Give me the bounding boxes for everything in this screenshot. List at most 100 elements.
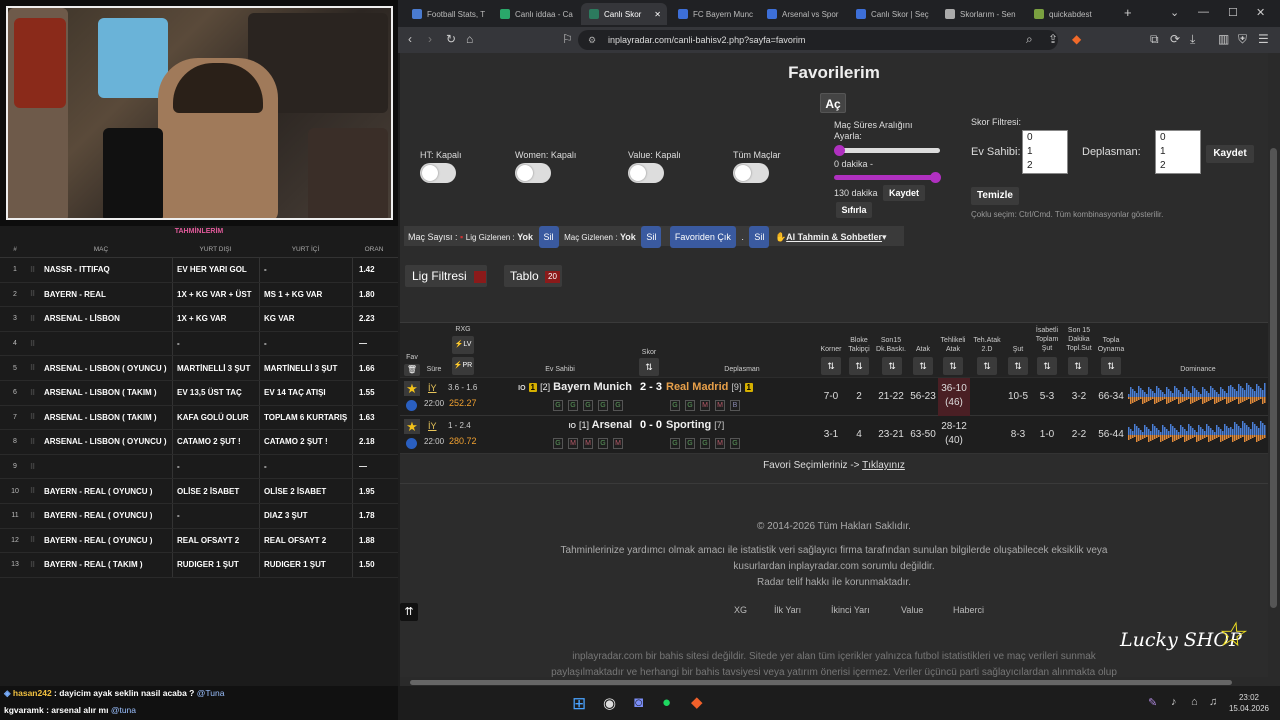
menu-icon[interactable]: ☰ xyxy=(1258,32,1269,46)
match-row[interactable]: ★ İY 22:00 3.6 - 1.6 252.27 IO 1 [2] Bayern Mu… xyxy=(400,378,1268,416)
tab-search-icon[interactable]: ⌄ xyxy=(1170,6,1179,19)
lig-filtresi-button[interactable]: Lig Filtresi xyxy=(405,265,487,287)
sort-son15sut-icon[interactable]: ⇅ xyxy=(1068,357,1088,375)
obs-icon[interactable]: ◉ xyxy=(603,694,616,712)
home-score-select[interactable]: 0 1 2 xyxy=(1022,130,1068,174)
sort-bloke-icon[interactable]: ⇅ xyxy=(849,357,869,375)
toggle-value[interactable] xyxy=(628,163,664,183)
sort-tehlikeli-icon[interactable]: ⇅ xyxy=(943,357,963,375)
bookmark-icon[interactable]: ⚐ xyxy=(562,32,573,46)
period[interactable]: İY xyxy=(428,383,437,393)
sil-button[interactable]: Sil xyxy=(749,226,770,248)
away-team[interactable]: Real Madrid [9] 1 xyxy=(666,381,753,393)
discord-icon[interactable]: ◙ xyxy=(634,694,643,711)
match-row[interactable]: ★ İY 22:00 1 - 2.4 280.72 IO [1] Arsenal G M M G M 0… xyxy=(400,416,1268,454)
new-tab-icon[interactable]: + xyxy=(1124,5,1132,20)
range-reset-button[interactable]: Sıfırla xyxy=(836,202,872,218)
sort-teh2d-icon[interactable]: ⇅ xyxy=(977,357,997,375)
pen-icon[interactable]: ✎ xyxy=(1148,696,1157,709)
score-save-button[interactable]: Kaydet xyxy=(1206,145,1254,163)
browser-tab[interactable]: Canlı Skor | Seç xyxy=(848,3,934,25)
browser-tab[interactable]: Skorlarım - Sen xyxy=(937,3,1023,25)
favoriden-cik-button[interactable]: Favoriden Çık xyxy=(669,226,736,248)
download-icon[interactable]: ⤓ xyxy=(1190,32,1195,47)
spotify-icon[interactable]: ● xyxy=(662,694,671,711)
windows-start-icon[interactable]: ⊞ xyxy=(572,694,586,714)
minimize-icon[interactable]: — xyxy=(1198,6,1209,18)
close-window-icon[interactable]: ✕ xyxy=(1256,6,1265,19)
option[interactable]: 0 xyxy=(1027,131,1067,145)
toggle-all-matches[interactable] xyxy=(733,163,769,183)
favorite-star-icon[interactable]: ★ xyxy=(404,381,420,396)
footer-link-haberci[interactable]: Haberci xyxy=(953,605,984,615)
toggle-women[interactable] xyxy=(515,163,551,183)
range-min-handle[interactable] xyxy=(834,145,845,156)
brave-icon[interactable]: ◆ xyxy=(691,693,703,711)
footer-link-ikinci-yari[interactable]: İkinci Yarı xyxy=(831,605,870,615)
brave-shield-icon[interactable]: ◆ xyxy=(1072,32,1081,46)
footer-link-ilk-yari[interactable]: İlk Yarı xyxy=(774,605,801,615)
forward-icon[interactable]: › xyxy=(428,32,432,46)
option[interactable]: 1 xyxy=(1160,145,1200,159)
share-icon[interactable]: ⇪ xyxy=(1048,32,1058,46)
browser-tab[interactable]: Canlı Skor ✕ xyxy=(581,3,667,25)
horizontal-scroll-thumb[interactable] xyxy=(410,680,1232,685)
sort-son15-icon[interactable]: ⇅ xyxy=(882,357,902,375)
option[interactable]: 1 xyxy=(1027,145,1067,159)
home-team[interactable]: IO [1] Arsenal xyxy=(569,419,632,431)
volume-icon[interactable]: ♫ xyxy=(1209,696,1217,708)
clock[interactable]: 23:02 15.04.2026 xyxy=(1226,692,1272,714)
fav-link[interactable]: Tıklayınız xyxy=(862,460,905,471)
away-score-select[interactable]: 0 1 2 xyxy=(1155,130,1201,174)
away-team[interactable]: Sporting [7] xyxy=(666,419,724,431)
option[interactable]: 0 xyxy=(1160,131,1200,145)
sort-korner-icon[interactable]: ⇅ xyxy=(821,357,841,375)
option[interactable]: 2 xyxy=(1027,159,1067,173)
ac-button[interactable]: Aç xyxy=(820,93,846,113)
footer-link-value[interactable]: Value xyxy=(901,605,923,615)
extension-icon[interactable]: ⧉ xyxy=(1150,32,1159,47)
sort-isabetli-icon[interactable]: ⇅ xyxy=(1037,357,1057,375)
tablo-button[interactable]: Tablo 20 xyxy=(504,265,562,287)
trash-icon[interactable]: 🗑 xyxy=(404,364,420,376)
site-info-icon[interactable]: ⚙ xyxy=(588,30,596,50)
range-track-bottom[interactable] xyxy=(834,175,940,180)
zoom-icon[interactable]: ⌕ xyxy=(1026,32,1033,47)
range-track-top[interactable] xyxy=(840,148,940,153)
ai-dropdown[interactable]: AI Tahmin & Sohbetler xyxy=(786,232,882,242)
range-max-handle[interactable] xyxy=(930,172,941,183)
sidebar-icon[interactable]: ▥ xyxy=(1218,32,1229,46)
option[interactable]: 2 xyxy=(1160,159,1200,173)
reload-icon[interactable]: ↻ xyxy=(446,32,456,46)
score-clear-button[interactable]: Temizle xyxy=(971,187,1019,205)
home-team[interactable]: IO 1 [2] Bayern Munich xyxy=(518,381,632,393)
pr-button[interactable]: ⚡PR xyxy=(452,357,474,375)
sort-skor-icon[interactable]: ⇅ xyxy=(639,358,659,376)
back-icon[interactable]: ‹ xyxy=(408,32,412,46)
network-icon[interactable]: ⌂ xyxy=(1191,696,1198,708)
sil-button[interactable]: Sil xyxy=(538,226,559,248)
toggle-ht[interactable] xyxy=(420,163,456,183)
browser-tab[interactable]: Canlı iddaa - Ca xyxy=(492,3,578,25)
sort-atak-icon[interactable]: ⇅ xyxy=(913,357,933,375)
home-icon[interactable]: ⌂ xyxy=(466,32,473,46)
browser-tab[interactable]: Arsenal vs Spor xyxy=(759,3,845,25)
footer-link-xg[interactable]: XG xyxy=(734,605,747,615)
vertical-scroll-thumb[interactable] xyxy=(1270,148,1277,608)
browser-tab[interactable]: Football Stats, T xyxy=(404,3,490,25)
favorite-star-icon[interactable]: ★ xyxy=(404,419,420,434)
sil-button[interactable]: Sil xyxy=(641,226,662,248)
mic-icon[interactable]: ♪ xyxy=(1171,696,1177,708)
sort-sut-icon[interactable]: ⇅ xyxy=(1008,357,1028,375)
range-save-button[interactable]: Kaydet xyxy=(883,185,925,201)
maximize-icon[interactable]: ☐ xyxy=(1228,6,1238,19)
period[interactable]: İY xyxy=(428,421,437,431)
sort-topla-icon[interactable]: ⇅ xyxy=(1101,357,1121,375)
vpn-icon[interactable]: ⛨ xyxy=(1238,32,1247,47)
close-tab-icon[interactable]: ✕ xyxy=(654,10,661,19)
browser-tab[interactable]: FC Bayern Munc xyxy=(670,3,756,25)
scroll-top-icon[interactable]: ⇈ xyxy=(400,603,418,621)
sync-icon[interactable]: ⟳ xyxy=(1170,32,1180,46)
browser-tab[interactable]: quickabdest xyxy=(1026,3,1112,25)
url-input[interactable]: ⚙ inplayradar.com/canli-bahisv2.php?sayf… xyxy=(578,30,1058,50)
